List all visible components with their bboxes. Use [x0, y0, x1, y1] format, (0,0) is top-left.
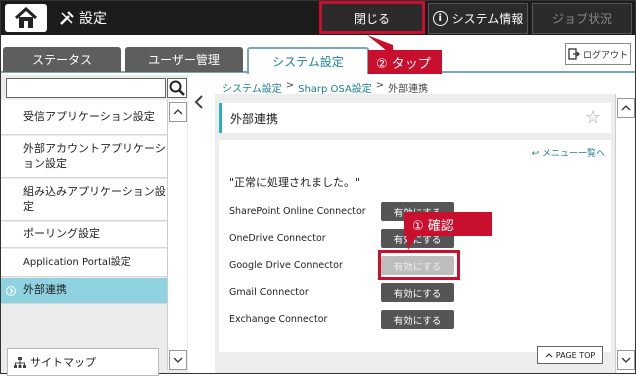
chevron-up-icon: [545, 352, 553, 357]
job-status-button[interactable]: ジョブ状況: [532, 3, 632, 34]
breadcrumb-separator: >: [375, 80, 385, 91]
connector-name: Gmail Connector: [229, 287, 309, 298]
confirm-callout: ① 確認: [404, 212, 492, 236]
sitemap-button[interactable]: サイトマップ: [7, 348, 159, 376]
top-bar: 設定 閉じる i システム情報 ジョブ状況: [1, 1, 635, 35]
breadcrumb-system-settings[interactable]: システム設定: [222, 80, 282, 95]
sidebar-scrollbar[interactable]: [167, 100, 187, 370]
menu-return-icon: ↩︎: [531, 149, 542, 159]
search-button[interactable]: [167, 78, 187, 98]
system-info-label: システム情報: [451, 12, 524, 26]
page-heading: 外部連携 ☆: [219, 103, 611, 133]
sidebar-collapse-handle[interactable]: [188, 75, 214, 373]
search-input[interactable]: [6, 78, 166, 98]
sidebar-item-receive-app[interactable]: 受信アプリケーション設定: [1, 100, 167, 135]
chevron-up-icon: [621, 105, 631, 111]
connector-name: Exchange Connector: [229, 314, 328, 325]
sidebar-item-application-portal[interactable]: Application Portal設定: [1, 249, 167, 277]
info-icon: i: [432, 11, 448, 26]
main-scroll-up-button[interactable]: [617, 98, 635, 118]
menu-list-label: メニュー一覧へ: [541, 149, 605, 159]
sidebar-list: 受信アプリケーション設定 外部アカウントアプリケーション設定 組み込みアプリケー…: [1, 100, 167, 376]
google-drive-highlight: [378, 250, 460, 280]
sidebar: 受信アプリケーション設定 外部アカウントアプリケーション設定 組み込みアプリケー…: [1, 75, 189, 376]
breadcrumb-sharp-osa[interactable]: Sharp OSA設定: [298, 80, 372, 95]
settings-title-text: 設定: [79, 11, 107, 27]
sitemap-label: サイトマップ: [30, 356, 96, 369]
sidebar-item-external-integration[interactable]: 外部連携: [1, 278, 167, 304]
sidebar-item-polling[interactable]: ポーリング設定: [1, 222, 167, 248]
settings-title: 設定: [59, 8, 107, 28]
chevron-right-icon: [6, 285, 16, 296]
tab-status[interactable]: ステータス: [3, 47, 121, 72]
tab-user-management[interactable]: ユーザー管理: [125, 47, 243, 72]
logout-icon: [568, 48, 580, 60]
sitemap-icon: [14, 356, 26, 368]
tap-callout: ② タップ: [368, 50, 442, 74]
star-icon[interactable]: ☆: [585, 107, 601, 128]
enable-gmail-button[interactable]: 有効にする: [381, 283, 454, 302]
tab-system-settings[interactable]: システム設定: [247, 47, 369, 74]
sidebar-search: [6, 78, 189, 98]
tab-row: ステータス ユーザー管理 システム設定 ログアウト: [1, 35, 635, 74]
chevron-left-icon: [194, 95, 203, 109]
chevron-down-icon: [621, 357, 631, 363]
connector-name: SharePoint Online Connector: [229, 206, 366, 217]
logout-button[interactable]: ログアウト: [565, 43, 631, 65]
chevron-down-icon: [173, 357, 183, 363]
scroll-down-button[interactable]: [169, 350, 187, 370]
sidebar-item-label: 外部連携: [23, 283, 67, 297]
main-scroll-down-button[interactable]: [617, 350, 635, 370]
status-message: "正常に処理されました。": [229, 176, 361, 189]
system-info-button[interactable]: i システム情報: [428, 3, 528, 34]
tools-icon: [60, 11, 74, 25]
sidebar-item-embedded-app[interactable]: 組み込みアプリケーション設定: [1, 179, 167, 221]
logout-label: ログアウト: [582, 50, 628, 61]
connector-name: OneDrive Connector: [229, 233, 326, 244]
chevron-up-icon: [173, 109, 183, 115]
page-top-button[interactable]: PAGE TOP: [537, 346, 603, 364]
close-button-highlight: [319, 1, 425, 34]
home-button[interactable]: [5, 4, 47, 32]
home-icon: [14, 7, 38, 28]
enable-exchange-button[interactable]: 有効にする: [381, 310, 454, 329]
search-icon: [169, 80, 185, 96]
main-scrollbar[interactable]: [615, 94, 635, 373]
page-title: 外部連携: [230, 111, 279, 126]
callout-pointer: [406, 234, 418, 250]
breadcrumb-current: 外部連携: [388, 84, 429, 95]
sidebar-item-external-account-app[interactable]: 外部アカウントアプリケーション設定: [1, 136, 167, 178]
scroll-up-button[interactable]: [169, 102, 187, 122]
connector-name: Google Drive Connector: [229, 260, 343, 271]
menu-list-link[interactable]: ↩︎ メニュー一覧へ: [532, 146, 605, 159]
breadcrumb: システム設定 > Sharp OSA設定 > 外部連携: [222, 80, 428, 95]
page-top-label: PAGE TOP: [555, 350, 596, 360]
breadcrumb-separator: >: [285, 80, 295, 91]
